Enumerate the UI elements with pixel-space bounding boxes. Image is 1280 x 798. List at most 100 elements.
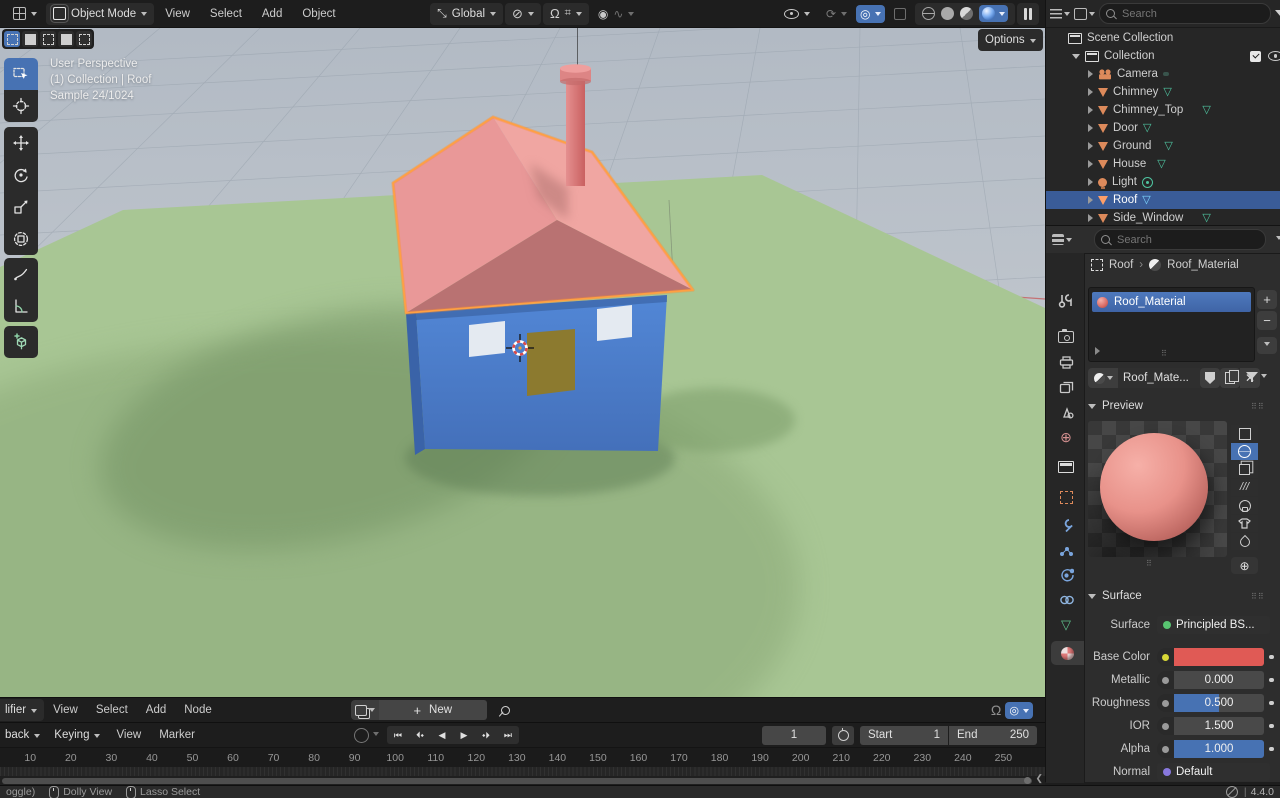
tab-view-layer[interactable] xyxy=(1051,375,1081,399)
animate-dot[interactable] xyxy=(1269,746,1274,752)
panel-drag-grip[interactable]: ⠿⠿ xyxy=(1251,592,1265,601)
pin-icon[interactable] xyxy=(498,703,512,717)
base-color-swatch[interactable] xyxy=(1174,648,1264,666)
window-left[interactable] xyxy=(469,321,505,357)
mode-dropdown[interactable]: Object Mode xyxy=(46,2,155,25)
preview-panel-header[interactable]: Preview xyxy=(1088,400,1143,412)
metallic-socket[interactable] xyxy=(1157,671,1174,689)
pivot-point-dropdown[interactable]: ⊘ xyxy=(505,2,541,25)
expand-arrow-icon[interactable] xyxy=(1088,124,1093,132)
normal-dropdown[interactable]: Default xyxy=(1157,763,1270,781)
outliner-row-chimney[interactable]: Chimney ▽ xyxy=(1046,83,1280,101)
tab-object[interactable] xyxy=(1051,485,1081,509)
panel-drag-grip[interactable]: ⠿⠿ xyxy=(1251,402,1265,411)
keying-dropdown[interactable]: Keying xyxy=(47,724,107,746)
outliner-item-label[interactable]: Chimney xyxy=(1113,86,1158,98)
outliner-item-label[interactable]: House xyxy=(1113,158,1146,170)
expand-arrow-icon[interactable] xyxy=(1088,106,1093,114)
node-menu-node[interactable]: Node xyxy=(175,699,221,721)
current-frame-field[interactable]: 1 xyxy=(762,725,826,745)
outliner-item-label[interactable]: Collection xyxy=(1104,50,1155,62)
outliner-item-label[interactable]: Ground xyxy=(1113,140,1151,152)
record-options-chevron[interactable] xyxy=(372,731,379,739)
next-keyframe-button[interactable]: ⬩⏵ xyxy=(474,726,497,744)
expand-arrow-icon[interactable] xyxy=(1088,178,1093,186)
tool-scale[interactable] xyxy=(4,191,38,223)
roughness-slider[interactable]: 0.500 xyxy=(1174,694,1264,712)
properties-editor-button[interactable] xyxy=(1052,234,1072,245)
preview-type-hair[interactable]: /// xyxy=(1231,479,1258,496)
animate-dot[interactable] xyxy=(1269,700,1274,706)
editor-type-button[interactable] xyxy=(6,3,44,25)
expand-arrow-icon[interactable] xyxy=(1088,160,1093,168)
timeline-ruler[interactable]: 10 20 30 40 50 60 70 80 90 100 110 120 130 140 150 160 1… xyxy=(0,747,1045,767)
ior-socket[interactable] xyxy=(1157,717,1174,735)
outliner-row-ground[interactable]: Ground ▽ xyxy=(1046,137,1280,155)
show-object-types-dropdown[interactable] xyxy=(777,3,817,25)
expand-arrow-icon[interactable] xyxy=(1088,214,1093,222)
preview-resize-grip[interactable]: ⠿ xyxy=(1146,559,1153,568)
door[interactable] xyxy=(527,329,575,396)
timeline-track[interactable] xyxy=(0,767,1045,776)
timeline-scrollbar-track[interactable]: ❮ xyxy=(0,773,1045,785)
preview-type-flat[interactable] xyxy=(1231,425,1258,442)
slot-list-expand-icon[interactable] xyxy=(1095,347,1100,355)
collapse-arrow-icon[interactable] xyxy=(1072,53,1080,59)
expand-arrow-icon[interactable] xyxy=(1088,70,1093,78)
tab-render[interactable] xyxy=(1051,325,1081,349)
shading-rendered-active[interactable] xyxy=(978,5,1008,22)
preview-type-sphere[interactable] xyxy=(1231,443,1258,460)
node-menu-add[interactable]: Add xyxy=(137,699,175,721)
play-reverse-button[interactable]: ◀ xyxy=(430,726,453,744)
tool-select-box[interactable] xyxy=(4,58,38,90)
tool-annotate[interactable] xyxy=(4,258,38,290)
material-preview[interactable] xyxy=(1088,421,1227,557)
shading-solid-icon[interactable] xyxy=(940,7,954,20)
outliner-item-label[interactable]: Chimney_Top xyxy=(1113,104,1183,116)
select-mode-invert[interactable] xyxy=(58,31,74,47)
outliner-row-chimney-top[interactable]: Chimney_Top ▽ xyxy=(1046,101,1280,119)
animate-dot[interactable] xyxy=(1269,723,1274,729)
select-mode-intersect[interactable] xyxy=(76,31,92,47)
tool-move[interactable] xyxy=(4,127,38,159)
shading-wireframe-icon[interactable] xyxy=(921,7,935,20)
outliner-row-camera[interactable]: Camera xyxy=(1046,65,1280,83)
outliner-row-roof-selected[interactable]: Roof ▽ xyxy=(1046,191,1280,209)
select-mode-extend[interactable] xyxy=(22,31,38,47)
select-mode-set[interactable] xyxy=(4,31,20,47)
tab-physics[interactable] xyxy=(1051,563,1081,587)
material-name-field[interactable]: Roof_Mate... xyxy=(1118,368,1200,388)
tab-tool[interactable] xyxy=(1051,289,1081,313)
eye-icon[interactable] xyxy=(1268,51,1280,61)
fake-user-button[interactable] xyxy=(1200,368,1220,388)
menu-select[interactable]: Select xyxy=(201,3,251,25)
jump-to-start-button[interactable]: ⏮ xyxy=(386,726,409,744)
breadcrumb-object[interactable]: Roof xyxy=(1109,259,1133,271)
xray-toggle[interactable] xyxy=(887,3,913,25)
preview-type-cloth[interactable] xyxy=(1231,515,1258,532)
expand-arrow-icon[interactable] xyxy=(1088,142,1093,150)
browse-material-button[interactable] xyxy=(1088,368,1118,388)
overlays-toggle[interactable]: ◎ xyxy=(856,4,885,23)
menu-add[interactable]: Add xyxy=(253,3,291,25)
surface-shader-dropdown[interactable]: Principled BS... xyxy=(1157,616,1270,634)
shading-material-icon[interactable] xyxy=(959,7,973,20)
preview-type-cube[interactable] xyxy=(1231,461,1258,478)
outliner-row-scene-collection[interactable]: Scene Collection xyxy=(1046,29,1280,47)
outliner-item-label[interactable]: Side_Window xyxy=(1113,212,1183,224)
preview-world-button[interactable]: ⊕ xyxy=(1231,557,1258,574)
menu-object[interactable]: Object xyxy=(293,3,344,25)
outliner-editor-button[interactable] xyxy=(1050,8,1070,19)
play-button[interactable]: ▶ xyxy=(452,726,475,744)
outliner-row-door[interactable]: Door ▽ xyxy=(1046,119,1280,137)
node-mode-dropdown[interactable]: lifier xyxy=(0,699,45,721)
outliner-search-input[interactable] xyxy=(1099,3,1271,24)
outliner-item-label[interactable]: Roof xyxy=(1113,194,1137,206)
add-slot-button[interactable]: + xyxy=(1257,290,1277,309)
node-overlays-toggle[interactable]: ◎ xyxy=(1005,701,1033,719)
tab-modifiers[interactable] xyxy=(1051,513,1081,537)
tool-add-cube[interactable] xyxy=(4,326,38,358)
material-filter-button[interactable] xyxy=(1246,370,1267,382)
menu-view[interactable]: View xyxy=(156,3,199,25)
tool-rotate[interactable] xyxy=(4,159,38,191)
